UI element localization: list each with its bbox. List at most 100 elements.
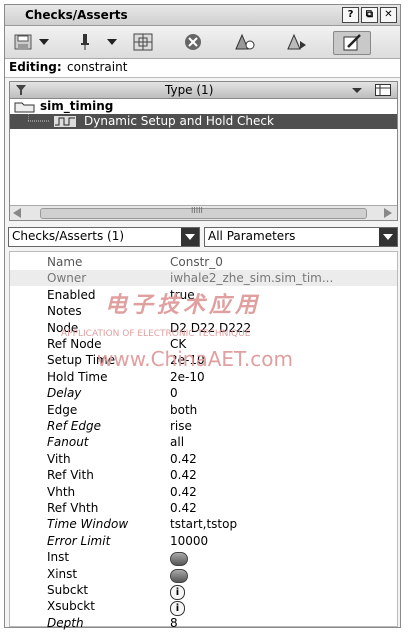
property-row[interactable]: Hold Time 2e-10 [10, 369, 397, 385]
object-icon[interactable] [170, 552, 188, 567]
property-name: Error Limit [47, 533, 111, 548]
property-value[interactable]: 0.42 [170, 485, 197, 499]
property-row[interactable]: Depth 8 [10, 615, 397, 631]
folder-icon [14, 102, 35, 113]
property-name: Setup Time [47, 353, 116, 368]
property-name: Depth [47, 615, 84, 630]
property-value[interactable]: 0.42 [170, 452, 197, 466]
scroll-grip: IIIII [191, 206, 203, 215]
highlight-icon[interactable] [233, 31, 257, 53]
property-name: Ref Vhth [47, 501, 99, 515]
scroll-left-icon[interactable] [12, 208, 22, 218]
property-name: Name [47, 255, 83, 269]
category-select[interactable]: Checks/Asserts (1) [8, 227, 200, 247]
window-title: Checks/Asserts [25, 8, 128, 22]
highlight-next-icon[interactable] [285, 31, 309, 53]
property-name: Enabled [47, 287, 96, 302]
property-row[interactable]: Xsubckt i [10, 598, 397, 617]
property-row[interactable]: Time Window tstart,tstop [10, 516, 397, 532]
property-name: Inst [47, 550, 70, 565]
close-button[interactable]: ✕ [380, 7, 397, 23]
clear-icon[interactable] [181, 31, 205, 53]
property-row[interactable]: Vith 0.42 [10, 451, 397, 467]
properties-grid: Name Constr_0 Owner iwhale2_zhe_sim.sim_tim… [9, 251, 398, 630]
columns-icon[interactable] [375, 84, 391, 96]
restore-button[interactable]: ⧉ [361, 7, 378, 23]
property-row[interactable]: Ref Vhth 0.42 [10, 500, 397, 516]
chevron-down-icon[interactable] [181, 228, 199, 246]
property-row[interactable]: Ref Edge rise [10, 418, 397, 434]
tree-branch-icon [28, 114, 50, 122]
category-select-value: Checks/Asserts (1) [12, 229, 125, 243]
property-value[interactable]: 8 [170, 616, 178, 630]
property-value[interactable]: CK [170, 337, 186, 351]
sort-arrow-icon[interactable] [352, 88, 362, 93]
property-name: Edge [47, 402, 78, 417]
property-row[interactable]: Xinst [10, 566, 397, 583]
property-value[interactable]: tstart,tstop [170, 517, 237, 531]
property-row[interactable]: Delay 0 [10, 385, 397, 401]
property-name: Ref Edge [47, 419, 101, 433]
property-name: Subckt [47, 583, 89, 597]
property-value[interactable]: Constr_0 [170, 255, 223, 269]
property-row[interactable]: Ref Node CK [10, 336, 397, 352]
property-value[interactable]: 10000 [170, 534, 208, 548]
property-value[interactable]: i [170, 583, 185, 600]
dropdown-icon[interactable] [105, 31, 119, 53]
filter-icon[interactable] [16, 85, 26, 95]
tree-header[interactable]: Type (1) [10, 82, 397, 99]
editing-value: constraint [67, 60, 128, 74]
help-button[interactable]: ? [342, 7, 359, 23]
property-row[interactable]: Setup Time 2e-10 [10, 352, 397, 368]
property-value[interactable]: true [170, 288, 195, 302]
toolbar [5, 26, 400, 59]
property-value[interactable]: both [170, 403, 197, 417]
property-value[interactable]: rise [170, 419, 192, 433]
property-value[interactable]: i [170, 599, 185, 617]
edit-icon[interactable] [333, 31, 371, 55]
save-icon[interactable] [11, 31, 35, 53]
tree-hscrollbar[interactable]: IIIII [10, 205, 397, 220]
object-icon[interactable] [170, 568, 188, 583]
property-row[interactable]: Ref Vith 0.42 [10, 467, 397, 483]
tree-item-label: Dynamic Setup and Hold Check [84, 114, 274, 128]
scroll-thumb[interactable]: IIIII [40, 206, 367, 219]
tree-header-label: Type (1) [165, 83, 214, 97]
chevron-down-icon[interactable] [379, 228, 397, 246]
property-row[interactable]: Edge both [10, 402, 397, 418]
property-row[interactable]: Fanout all [10, 434, 397, 450]
property-name: Node [47, 320, 79, 335]
window-titlebar: Checks/Asserts ? ⧉ ✕ [5, 5, 400, 26]
property-row[interactable]: Vhth 0.42 [10, 484, 397, 500]
grid-icon[interactable] [131, 31, 155, 53]
tree-item-check[interactable]: Dynamic Setup and Hold Check [10, 114, 397, 129]
editing-label: Editing: [9, 60, 62, 74]
scroll-right-icon[interactable] [383, 208, 393, 218]
property-row[interactable]: Node D2 D22 D222 [10, 320, 397, 336]
property-row[interactable]: Subckt i [10, 582, 397, 600]
property-row[interactable]: Enabled true [10, 287, 397, 303]
parameter-select[interactable]: All Parameters [204, 227, 398, 247]
property-value[interactable]: 2e-10 [170, 370, 205, 384]
property-value[interactable]: 0.42 [170, 501, 197, 515]
property-name: Ref Vith [47, 468, 94, 483]
checks-asserts-window: Checks/Asserts ? ⧉ ✕ Editing: constraint… [4, 4, 401, 630]
property-name: Fanout [47, 435, 89, 450]
property-row[interactable]: Inst [10, 549, 397, 567]
property-value[interactable]: iwhale2_zhe_sim.sim_tim... [170, 271, 333, 285]
pin-icon[interactable] [77, 31, 93, 53]
waveform-icon [54, 116, 76, 127]
tree-group-sim-timing[interactable]: sim_timing [10, 99, 397, 114]
property-value[interactable]: 0 [170, 386, 178, 400]
property-name: Time Window [47, 517, 129, 532]
property-value[interactable]: 0.42 [170, 468, 197, 482]
property-value[interactable]: 2e-10 [170, 353, 205, 367]
property-row[interactable]: Error Limit 10000 [10, 533, 397, 549]
property-row[interactable]: Notes [10, 303, 397, 319]
property-value[interactable]: D2 D22 D222 [170, 321, 251, 335]
dropdown-icon[interactable] [37, 31, 51, 53]
property-row[interactable]: Owner iwhale2_zhe_sim.sim_tim... [10, 270, 397, 287]
property-value[interactable]: all [170, 435, 184, 449]
property-row[interactable]: Name Constr_0 [10, 254, 397, 270]
filter-row: Checks/Asserts (1) All Parameters [5, 225, 400, 247]
